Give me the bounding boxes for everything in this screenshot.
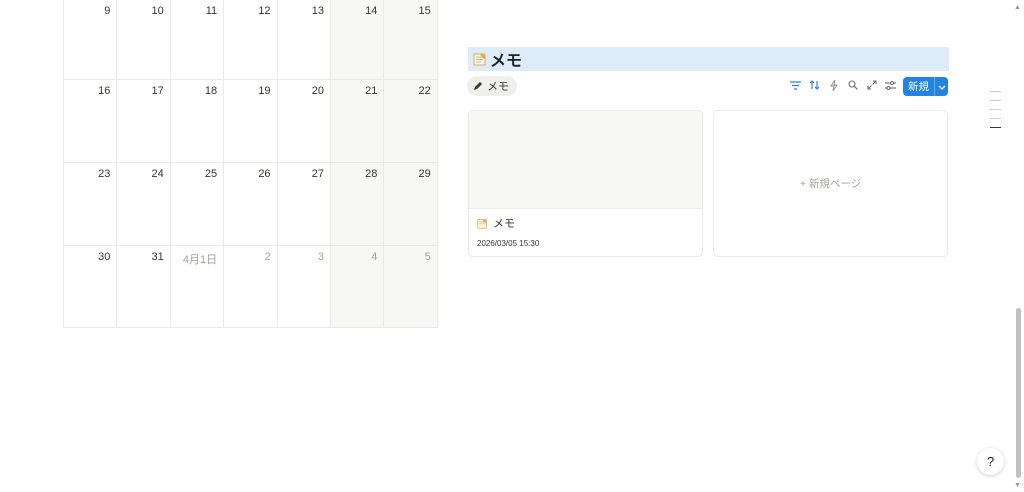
new-page-card[interactable]: + 新規ページ (713, 110, 948, 257)
page-outline[interactable] (990, 91, 1002, 136)
search-icon[interactable] (846, 78, 859, 92)
database-title[interactable]: メモ (468, 47, 949, 71)
calendar-day[interactable]: 25 (171, 163, 225, 245)
filter-icon[interactable] (789, 78, 802, 92)
outline-line (990, 118, 1001, 119)
scroll-down-arrow-icon[interactable]: ▼ (1014, 482, 1021, 489)
settings-sliders-icon[interactable] (884, 78, 897, 92)
card-date: 2026/03/05 15:30 (477, 239, 540, 248)
day-number: 5 (424, 251, 431, 263)
calendar-day[interactable]: 15 (384, 0, 438, 79)
calendar-day[interactable]: 31 (117, 246, 171, 327)
calendar-day[interactable]: 27 (278, 163, 331, 245)
card-title-text: メモ (493, 218, 515, 230)
gallery-card[interactable]: メモ 2026/03/05 15:30 (468, 110, 703, 257)
calendar-day[interactable]: 18 (171, 80, 225, 162)
help-icon: ? (986, 454, 995, 469)
calendar-day[interactable]: 17 (117, 80, 171, 162)
day-number: 21 (365, 85, 378, 97)
calendar-day[interactable]: 26 (224, 163, 278, 245)
day-number: 12 (258, 5, 271, 17)
calendar-day[interactable]: 28 (330, 163, 385, 245)
outline-line-active (990, 127, 1001, 128)
new-button-label: 新規 (908, 81, 929, 93)
scrollbar-thumb[interactable] (1016, 308, 1021, 478)
calendar-day[interactable]: 4月1日 (171, 246, 225, 327)
day-number: 26 (258, 168, 271, 180)
new-item-button[interactable]: 新規 (903, 77, 948, 96)
day-number: 31 (151, 251, 164, 263)
expand-icon[interactable] (865, 78, 878, 92)
day-number: 4 (371, 251, 378, 263)
calendar-day[interactable]: 30 (64, 246, 118, 327)
calendar-day[interactable]: 11 (171, 0, 225, 79)
day-number: 23 (98, 168, 111, 180)
calendar-day[interactable]: 16 (64, 80, 118, 162)
calendar-day[interactable]: 5 (384, 246, 438, 327)
calendar-grid: 9 10 11 12 13 14 15 16 17 18 19 20 21 22… (63, 0, 438, 328)
memo-emoji-icon (477, 218, 488, 229)
day-number: 24 (151, 168, 164, 180)
calendar-day[interactable]: 20 (278, 80, 331, 162)
calendar-day[interactable]: 3 (278, 246, 331, 327)
day-number: 20 (311, 85, 324, 97)
card-cover (469, 111, 702, 209)
outline-line (990, 100, 1001, 101)
day-number: 17 (151, 85, 164, 97)
day-number: 25 (204, 168, 218, 180)
calendar-week: 30 31 4月1日 2 3 4 5 (64, 246, 438, 327)
calendar-day[interactable]: 29 (384, 163, 438, 245)
calendar-day[interactable]: 4 (330, 246, 385, 327)
automation-bolt-icon[interactable] (827, 78, 840, 92)
card-title: メモ (477, 215, 515, 231)
calendar-day[interactable]: 9 (64, 0, 118, 79)
day-number: 3 (317, 251, 324, 263)
calendar-day[interactable]: 23 (64, 163, 118, 245)
day-number: 28 (365, 168, 378, 180)
day-number: 27 (311, 168, 324, 180)
calendar-week: 16 17 18 19 20 21 22 (64, 80, 438, 163)
sort-icon[interactable] (808, 78, 821, 92)
scroll-up-arrow-icon[interactable]: ▲ (1014, 4, 1021, 11)
day-number: 2 (264, 251, 271, 263)
calendar-day[interactable]: 13 (278, 0, 331, 79)
day-number: 13 (311, 5, 324, 17)
outline-line (990, 91, 1001, 92)
chevron-down-icon[interactable] (935, 82, 948, 92)
day-number: 9 (104, 5, 111, 17)
day-number: 15 (418, 5, 431, 17)
calendar-day[interactable]: 24 (117, 163, 171, 245)
database-title-text: メモ (490, 53, 523, 70)
outline-line (990, 109, 1001, 110)
day-number: 30 (98, 251, 111, 263)
calendar-day[interactable]: 2 (224, 246, 278, 327)
help-button[interactable]: ? (977, 448, 1004, 475)
view-tab-memo[interactable]: メモ (467, 76, 517, 96)
day-number: 29 (418, 168, 431, 180)
calendar-day[interactable]: 12 (224, 0, 278, 79)
view-tab-label: メモ (487, 81, 509, 93)
calendar-day[interactable]: 10 (117, 0, 171, 79)
day-number: 4月1日 (182, 254, 218, 266)
day-number: 22 (418, 85, 431, 97)
day-number: 11 (205, 5, 218, 17)
pencil-icon (474, 82, 482, 90)
day-number: 16 (98, 85, 111, 97)
day-number: 10 (151, 5, 164, 17)
calendar-week: 23 24 25 26 27 28 29 (64, 163, 438, 246)
calendar-day[interactable]: 14 (330, 0, 385, 79)
calendar-day[interactable]: 22 (384, 80, 438, 162)
day-number: 14 (365, 5, 378, 17)
calendar-week: 9 10 11 12 13 14 15 (64, 0, 438, 80)
day-number: 19 (258, 85, 271, 97)
day-number: 18 (204, 85, 218, 97)
memo-emoji-icon (473, 53, 486, 66)
calendar-day[interactable]: 21 (330, 80, 385, 162)
new-page-label: + 新規ページ (799, 178, 862, 190)
calendar-day[interactable]: 19 (224, 80, 278, 162)
database-toolbar (789, 78, 897, 92)
